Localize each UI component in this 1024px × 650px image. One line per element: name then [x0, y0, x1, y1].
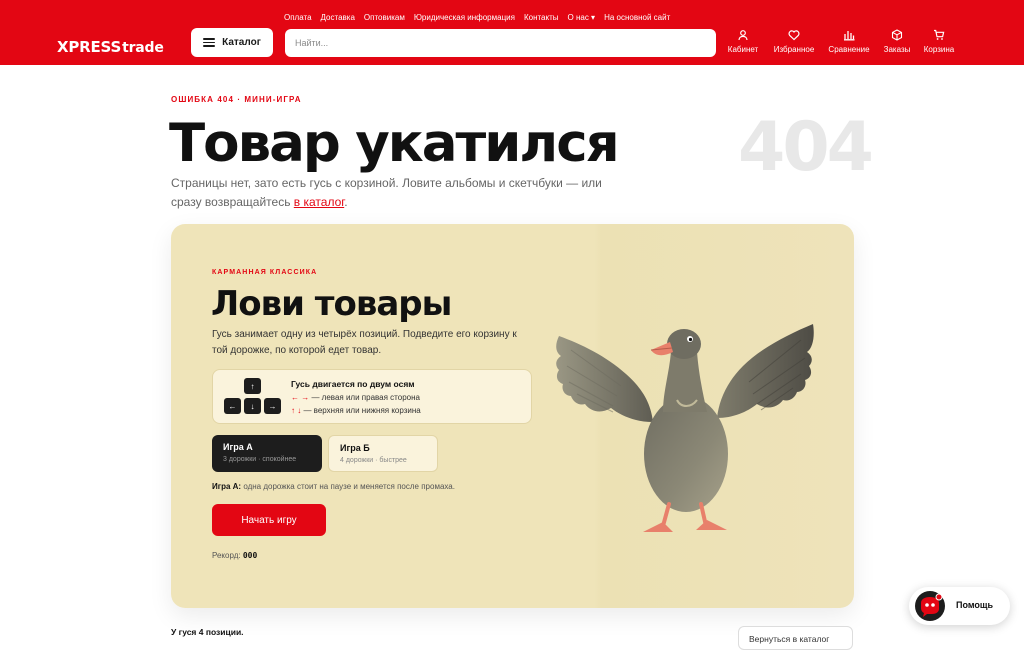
top-link-about[interactable]: О нас ▾	[568, 13, 596, 22]
controls-title: Гусь двигается по двум осям	[291, 379, 415, 389]
catalog-button[interactable]: Каталог	[191, 28, 273, 57]
goose-right-wing	[717, 324, 814, 418]
goose-illustration	[556, 324, 814, 532]
account-label: Кабинет	[727, 45, 759, 54]
key-up[interactable]: ↑	[244, 378, 261, 394]
mode-b-title: Игра Б	[340, 443, 370, 453]
controls-line-vertical: ↑ ↓ — верхняя или нижняя корзина	[291, 406, 421, 415]
error-kicker: ОШИБКА 404 · МИНИ-ИГРА	[171, 95, 302, 104]
logo-part-xpress: XPRESS	[57, 38, 122, 56]
arrow-keys: ↑ ← ↓ →	[223, 378, 283, 418]
mode-b-button[interactable]: Игра Б 4 дорожки · быстрее	[328, 435, 438, 472]
lead-text: Страницы нет, зато есть гусь с корзиной.…	[171, 176, 602, 209]
mode-a-subtitle: 3 дорожки · спокойнее	[223, 456, 297, 463]
goose-head	[667, 329, 701, 359]
back-to-catalog-button[interactable]: Вернуться в каталог	[738, 626, 853, 650]
goose-left-foot	[643, 522, 673, 532]
compare-link[interactable]: Сравнение	[825, 29, 873, 54]
horizontal-arrows: ← →	[291, 393, 310, 402]
mode-a-title: Игра А	[223, 442, 253, 452]
top-link-legal[interactable]: Юридическая информация	[414, 13, 515, 22]
page-title: Товар укатился	[169, 113, 620, 174]
game-card: КАРМАННАЯ КЛАССИКА Лови товары Гусь зани…	[171, 224, 854, 608]
help-label: Помощь	[956, 600, 994, 610]
cart-icon	[934, 29, 945, 40]
key-left[interactable]: ←	[224, 398, 241, 414]
account-link[interactable]: Кабинет	[724, 29, 762, 54]
top-link-delivery[interactable]: Доставка	[321, 13, 355, 22]
goose-left-wing	[556, 336, 653, 422]
record-label: Рекорд:	[212, 551, 243, 560]
cart-label: Корзина	[923, 45, 955, 54]
top-link-payment[interactable]: Оплата	[284, 13, 312, 22]
orders-label: Заказы	[883, 45, 911, 54]
help-widget[interactable]: Помощь	[909, 587, 1010, 625]
goose-right-foot	[696, 520, 727, 530]
key-right[interactable]: →	[264, 398, 281, 414]
logo-part-trade: trade	[122, 40, 164, 56]
user-icon	[738, 30, 748, 41]
cart-link[interactable]: Корзина	[920, 29, 958, 54]
heart-icon	[788, 30, 800, 41]
key-down[interactable]: ↓	[244, 398, 261, 414]
compare-icon	[844, 31, 855, 41]
mode-note-label: Игра А:	[212, 482, 242, 491]
compare-label: Сравнение	[828, 45, 870, 54]
favorites-label: Избранное	[773, 45, 815, 54]
game-kicker: КАРМАННАЯ КЛАССИКА	[212, 269, 318, 276]
top-link-wholesale[interactable]: Оптовикам	[364, 13, 405, 22]
game-title: Лови товары	[211, 284, 452, 324]
catalog-link[interactable]: в каталог	[294, 195, 344, 209]
site-logo[interactable]: XPRESStrade	[57, 38, 164, 56]
box-icon	[891, 29, 903, 41]
header-actions: Кабинет Избранное Сравнение Заказы Корзи…	[724, 29, 958, 54]
menu-icon	[203, 38, 216, 47]
vertical-arrows: ↑ ↓	[291, 406, 302, 415]
goose-body	[644, 396, 728, 512]
lead-paragraph: Страницы нет, зато есть гусь с корзиной.…	[171, 174, 631, 212]
top-link-contacts[interactable]: Контакты	[524, 13, 559, 22]
vertical-text: — верхняя или нижняя корзина	[301, 406, 421, 415]
catalog-button-label: Каталог	[222, 37, 261, 48]
horizontal-text: — левая или правая сторона	[309, 393, 420, 402]
top-nav: Оплата Доставка Оптовикам Юридическая ин…	[284, 13, 670, 22]
controls-line-horizontal: ← → — левая или правая сторона	[291, 393, 420, 402]
search-input[interactable]	[285, 29, 716, 57]
positions-text: У гуся 4 позиции.	[171, 627, 244, 637]
help-avatar	[915, 591, 945, 621]
mode-a-button[interactable]: Игра А 3 дорожки · спокойнее	[212, 435, 322, 472]
record-value: 000	[242, 551, 258, 560]
mode-b-subtitle: 4 дорожки · быстрее	[340, 457, 407, 464]
record-display: Рекорд: 000	[212, 551, 257, 560]
orders-link[interactable]: Заказы	[880, 29, 914, 54]
mode-note: Игра А: одна дорожка стоит на паузе и ме…	[212, 482, 455, 491]
mode-note-text: одна дорожка стоит на паузе и меняется п…	[241, 482, 455, 491]
lead-end: .	[344, 195, 348, 209]
chat-bot-icon	[921, 593, 943, 617]
start-game-button[interactable]: Начать игру	[212, 504, 326, 536]
game-description: Гусь занимает одну из четырёх позиций. П…	[212, 329, 517, 356]
controls-panel: ↑ ← ↓ → Гусь двигается по двум осям ← → …	[212, 369, 532, 424]
favorites-link[interactable]: Избранное	[768, 29, 820, 54]
site-header: Оплата Доставка Оптовикам Юридическая ин…	[0, 0, 1024, 65]
error-code: 404	[738, 108, 874, 187]
top-link-main-site[interactable]: На основной сайт	[604, 13, 670, 22]
